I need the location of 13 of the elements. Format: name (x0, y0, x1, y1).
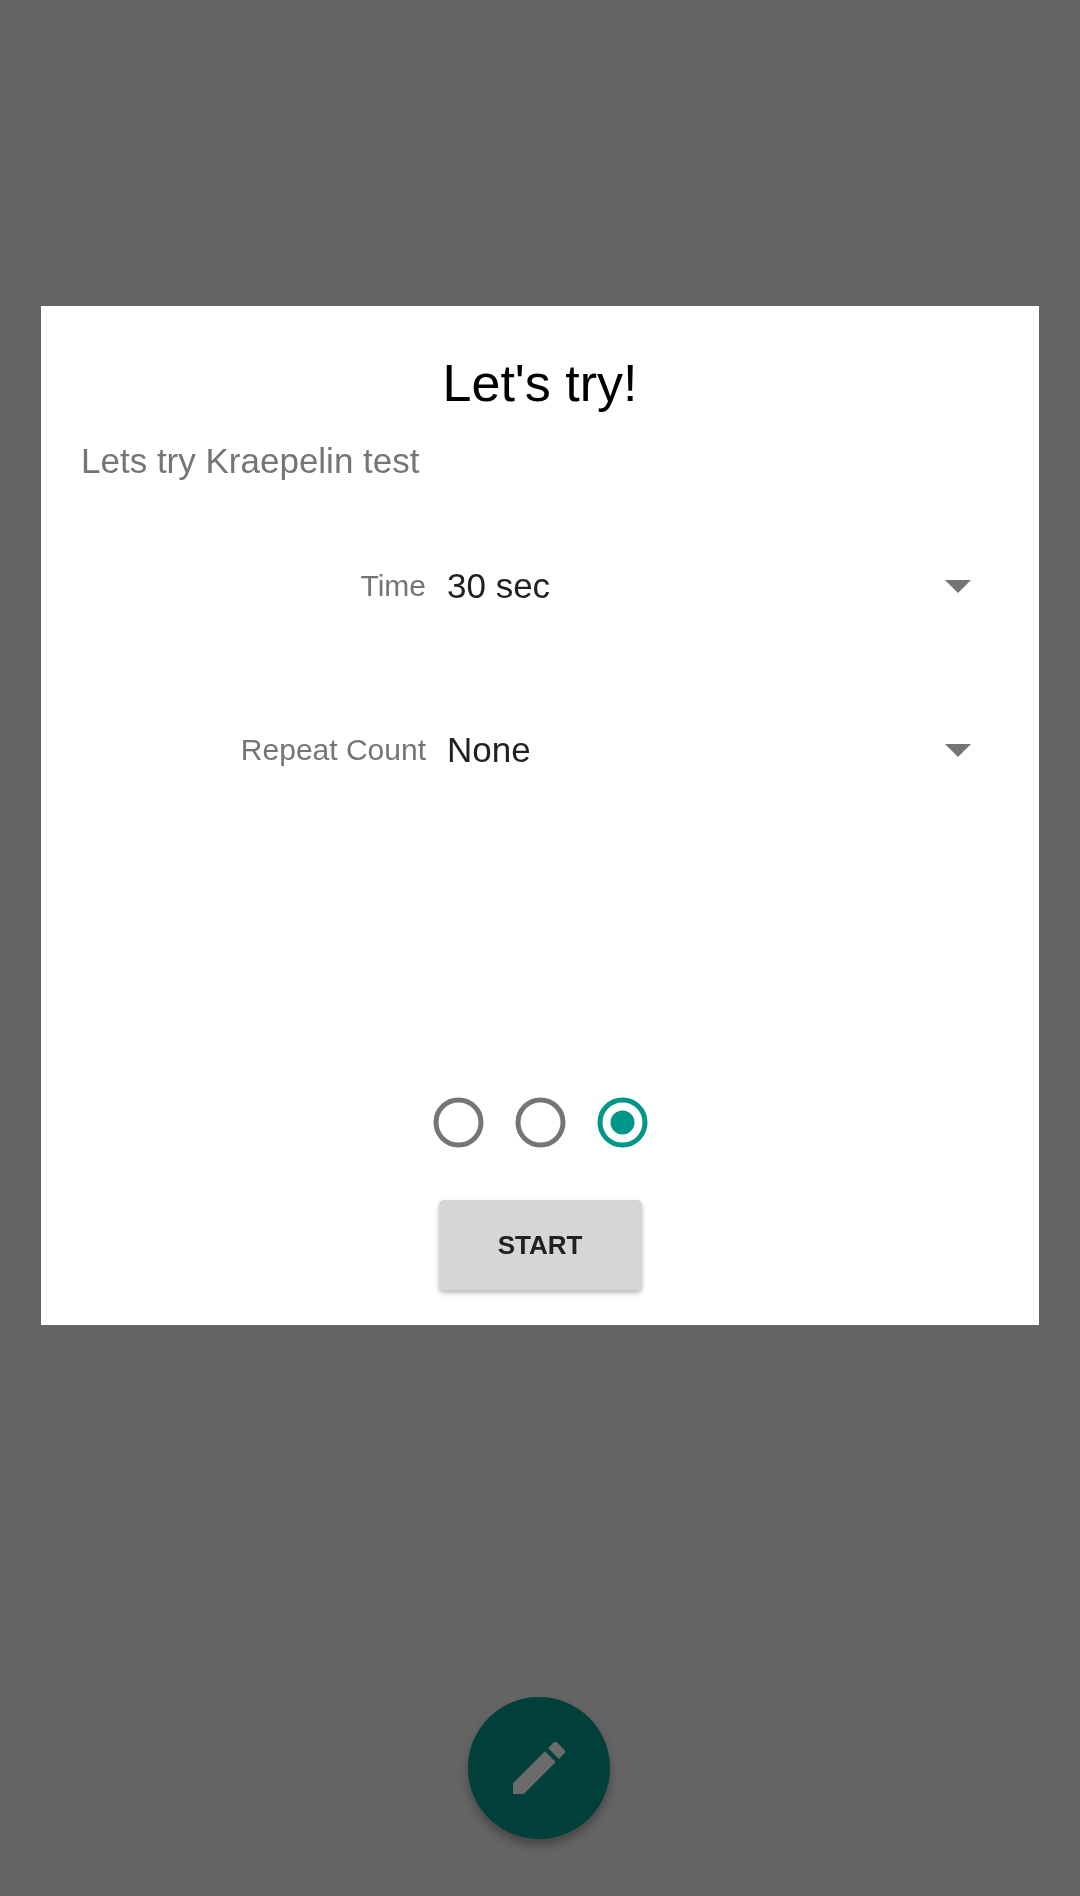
dropdown[interactable]: None (447, 714, 975, 786)
radio-button[interactable] (514, 1097, 566, 1148)
radio-button[interactable] (596, 1097, 648, 1148)
field-label: Repeat Count (240, 732, 426, 768)
caret-icon (945, 743, 971, 757)
dialog-title: Let's try! (442, 353, 638, 413)
dropdown[interactable]: 30 sec (447, 550, 975, 622)
radio-button[interactable] (432, 1097, 484, 1148)
field-label: Time (360, 568, 426, 604)
caret-icon (945, 579, 971, 593)
dialog-message: Lets try Kraepelin test (81, 441, 420, 481)
start-button[interactable]: START (438, 1200, 642, 1290)
pencil-icon (513, 1742, 565, 1794)
